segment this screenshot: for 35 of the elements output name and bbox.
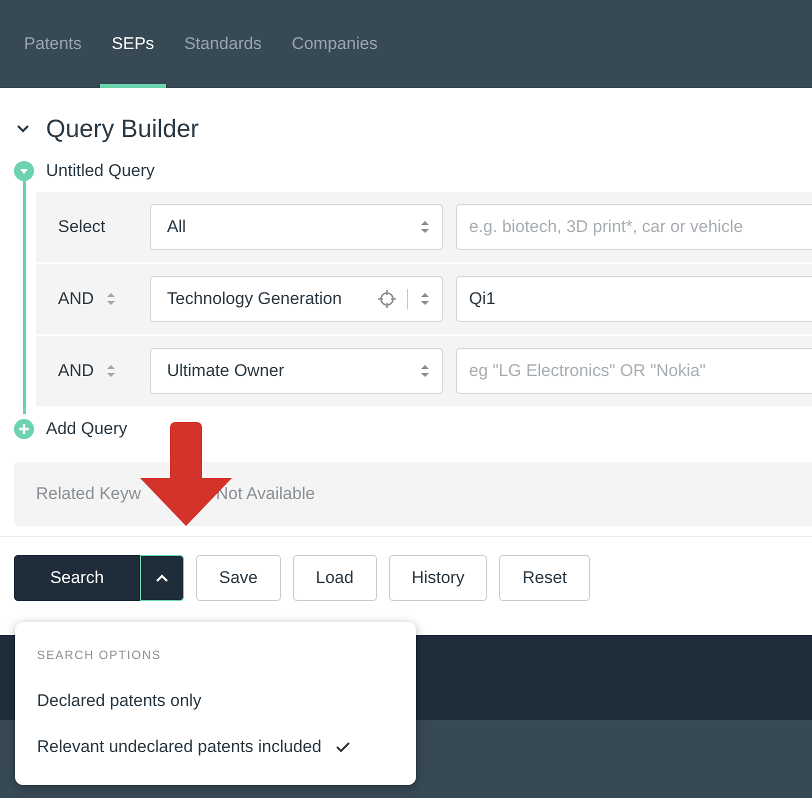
tab[interactable]: SEPs bbox=[100, 0, 166, 88]
add-query-link[interactable]: Add Query bbox=[46, 419, 128, 439]
field-select[interactable]: Technology Generation bbox=[150, 276, 443, 322]
tab[interactable]: Standards bbox=[172, 0, 274, 88]
crosshair-icon[interactable] bbox=[377, 289, 397, 309]
field-select[interactable]: Ultimate Owner bbox=[150, 348, 443, 394]
action-button[interactable]: Save bbox=[196, 555, 281, 601]
operator-label[interactable]: AND bbox=[58, 361, 94, 381]
sort-icon[interactable] bbox=[106, 363, 116, 379]
search-button[interactable]: Search bbox=[14, 555, 140, 601]
tab[interactable]: Companies bbox=[280, 0, 390, 88]
collapse-icon[interactable] bbox=[14, 161, 34, 181]
action-button[interactable]: History bbox=[388, 555, 488, 601]
field-select[interactable]: All bbox=[150, 204, 443, 250]
action-button[interactable]: Reset bbox=[499, 555, 590, 601]
section-title: Query Builder bbox=[46, 114, 199, 144]
add-icon[interactable] bbox=[14, 419, 34, 439]
tab[interactable]: Patents bbox=[12, 0, 94, 88]
sort-icon bbox=[420, 363, 430, 379]
options-toggle[interactable] bbox=[140, 555, 184, 601]
related-label: Related Keyw bbox=[36, 484, 142, 504]
sort-icon bbox=[420, 219, 430, 235]
action-button[interactable]: Load bbox=[292, 555, 377, 601]
sort-icon bbox=[420, 291, 430, 307]
value-field[interactable]: Qi1 bbox=[456, 276, 812, 322]
sort-icon[interactable] bbox=[106, 291, 116, 307]
operator-label[interactable]: AND bbox=[58, 289, 94, 309]
chevron-icon[interactable] bbox=[16, 124, 30, 134]
menu-item[interactable]: Declared patents only bbox=[37, 678, 394, 724]
value-field[interactable]: e.g. biotech, 3D print*, car or vehicle bbox=[456, 204, 812, 250]
menu-heading: SEARCH OPTIONS bbox=[37, 648, 162, 662]
query-name[interactable]: Untitled Query bbox=[46, 161, 155, 181]
caret-icon bbox=[155, 573, 169, 583]
value-field[interactable]: eg "LG Electronics" OR "Nokia" bbox=[456, 348, 812, 394]
operator-label: Select bbox=[58, 217, 106, 237]
